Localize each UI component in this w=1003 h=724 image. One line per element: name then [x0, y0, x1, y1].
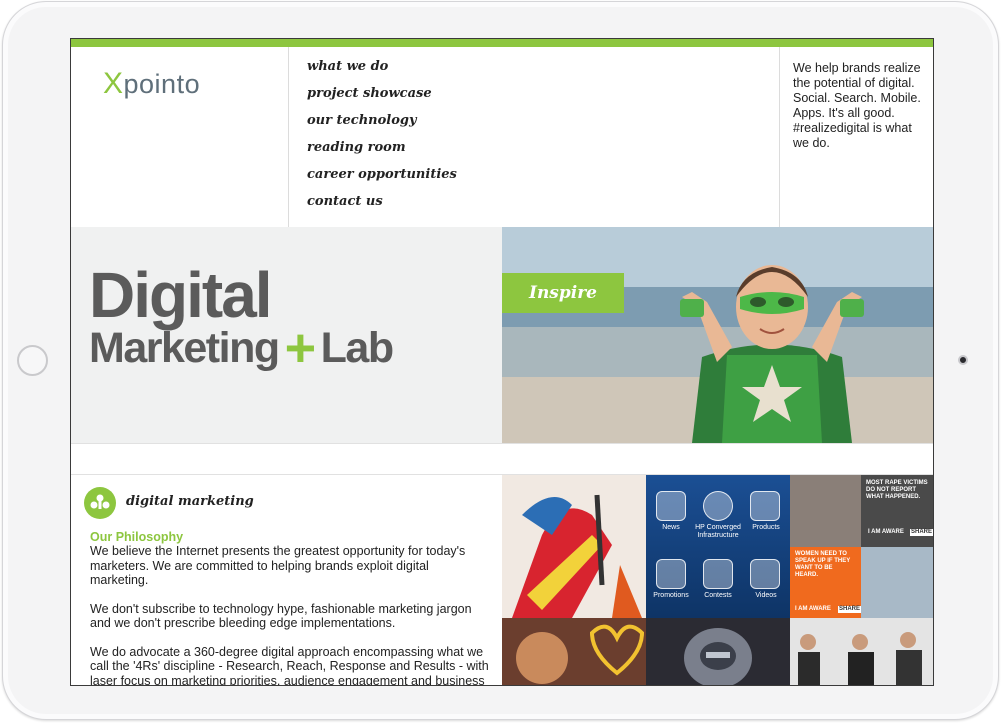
project-tiles: News HP Converged Infrastructure Product…: [502, 475, 933, 685]
video-icon: [750, 559, 780, 589]
inspire-badge[interactable]: Inspire: [502, 273, 624, 313]
nav-item-contact-us[interactable]: contact us: [307, 194, 779, 221]
logo-text: pointo: [123, 69, 201, 99]
hero-line-digital: Digital: [89, 259, 273, 331]
app-label-promotions: Promotions: [653, 592, 689, 599]
app-label-contests: Contests: [704, 592, 732, 599]
tile-smiling-woman[interactable]: [502, 618, 646, 685]
paragraph: We don't subscribe to technology hype, f…: [90, 601, 472, 631]
share-button-top[interactable]: SHARE: [910, 529, 933, 536]
tile-hp-app[interactable]: News HP Converged Infrastructure Product…: [646, 475, 790, 618]
superhero-kid-image: [680, 265, 864, 443]
home-button[interactable]: [17, 345, 48, 376]
app-label-videos: Videos: [755, 592, 777, 599]
hero-line-marketing-lab: Marketing + Lab: [89, 318, 394, 378]
aware-brand-top: I AM AWARE: [868, 529, 904, 535]
hero-banner: Digital Marketing + Lab Inspire: [71, 227, 933, 443]
tile-robot-art[interactable]: [646, 618, 790, 685]
gift-icon: [703, 559, 733, 589]
aware-text-mid: WOMEN NEED TO SPEAK UP IF THEY WANT TO B…: [795, 551, 851, 578]
globe-icon: [703, 491, 733, 521]
hero-word-lab: Lab: [320, 324, 394, 372]
aware-text-top: MOST RAPE VICTIMS DO NOT REPORT WHAT HAP…: [866, 480, 928, 500]
logo-x: X: [103, 67, 124, 100]
app-label-hp: HP Converged Infrastructure: [695, 524, 741, 539]
philosophy-heading: Our Philosophy: [90, 530, 184, 544]
philosophy-section: digital marketing Our Philosophy We beli…: [71, 475, 502, 686]
nav-item-project-showcase[interactable]: project showcase: [307, 86, 779, 113]
divider-strip: [71, 443, 933, 475]
tile-business-people[interactable]: [790, 618, 933, 685]
hero-photo: Inspire: [502, 227, 933, 443]
paragraph: We do advocate a 360-degree digital appr…: [90, 644, 489, 686]
app-label-products: Products: [752, 524, 780, 531]
share-button-mid[interactable]: SHARE: [838, 606, 862, 613]
products-icon: [750, 491, 780, 521]
nav-item-reading-room[interactable]: reading room: [307, 140, 779, 167]
people-icon: [84, 487, 116, 519]
aware-brand: I AM AWARE: [795, 606, 831, 612]
plus-icon: +: [284, 318, 317, 378]
camera-dot: [958, 355, 968, 365]
main-nav: what we do project showcase our technolo…: [288, 47, 780, 227]
news-icon: [656, 491, 686, 521]
nav-item-what-we-do[interactable]: what we do: [307, 59, 779, 86]
accent-bar: [71, 39, 933, 47]
paragraph: We believe the Internet presents the gre…: [90, 544, 466, 587]
section-title: digital marketing: [126, 494, 254, 509]
tagline: We help brands realize the potential of …: [793, 61, 921, 150]
nav-item-our-technology[interactable]: our technology: [307, 113, 779, 140]
tag-icon: [656, 559, 686, 589]
tile-artwork[interactable]: [502, 475, 646, 618]
nav-item-career-opportunities[interactable]: career opportunities: [307, 167, 779, 194]
logo[interactable]: Xpointo: [103, 67, 200, 101]
hero-heading: Digital Marketing + Lab: [89, 259, 394, 378]
website-screen: Xpointo what we do project showcase our …: [70, 38, 934, 686]
tile-i-am-aware[interactable]: MOST RAPE VICTIMS DO NOT REPORT WHAT HAP…: [790, 475, 933, 618]
photo-woman-1: [790, 475, 861, 547]
hero-word-marketing: Marketing: [89, 324, 280, 372]
philosophy-body: We believe the Internet presents the gre…: [90, 544, 490, 686]
photo-woman-2: [861, 547, 933, 618]
site-header: Xpointo what we do project showcase our …: [71, 47, 933, 227]
